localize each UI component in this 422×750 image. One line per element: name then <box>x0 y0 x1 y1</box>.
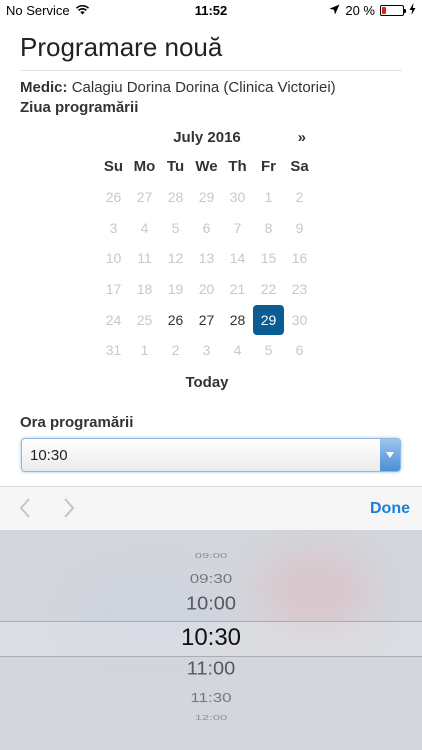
calendar-day[interactable]: 28 <box>222 305 253 336</box>
calendar-day: 2 <box>295 189 304 205</box>
doctor-info: Medic: Calagiu Dorina Dorina (Clinica Vi… <box>20 79 336 96</box>
date-label: Ziua programării <box>20 99 139 116</box>
calendar-day: 16 <box>291 250 308 267</box>
time-select[interactable]: 10:30 <box>21 438 401 472</box>
calendar-day: 29 <box>198 189 215 205</box>
previous-field-button[interactable] <box>16 497 36 519</box>
calendar-day: 8 <box>264 219 273 236</box>
calendar-day[interactable]: 26 <box>160 305 191 336</box>
picker-option-selected[interactable]: 10:30 <box>0 624 422 652</box>
calendar-day: 9 <box>295 219 304 236</box>
time-select-value: 10:30 <box>30 447 68 464</box>
calendar-next-button[interactable]: » <box>298 129 306 146</box>
page-title: Programare nouă <box>20 32 223 62</box>
calendar-day: 25 <box>136 311 153 328</box>
calendar-day: 4 <box>233 342 242 359</box>
calendar-day: 30 <box>291 311 308 328</box>
calendar-day: 1 <box>264 189 273 205</box>
calendar-day: 3 <box>202 342 211 359</box>
done-button[interactable]: Done <box>370 500 410 518</box>
doctor-value: Calagiu Dorina Dorina (Clinica Victoriei… <box>71 79 336 96</box>
picker-option[interactable]: 09:30 <box>0 571 422 587</box>
time-label: Ora programării <box>20 414 134 431</box>
calendar-day: 14 <box>229 250 246 267</box>
calendar-day: 5 <box>171 219 180 236</box>
calendar-day: 30 <box>229 189 246 205</box>
battery-level <box>382 7 386 14</box>
calendar-day: 31 <box>105 342 122 359</box>
picker-option[interactable]: 11:00 <box>0 659 422 680</box>
charging-bolt-icon <box>409 3 416 18</box>
calendar-day: 4 <box>140 219 149 236</box>
calendar-day: 6 <box>202 219 211 236</box>
keyboard-accessory-bar: Done <box>0 486 422 530</box>
calendar-day: 11 <box>137 250 152 267</box>
next-field-button[interactable] <box>58 497 78 519</box>
doctor-label: Medic: <box>20 79 68 96</box>
location-arrow-icon <box>329 3 340 18</box>
calendar-day: 22 <box>260 281 277 298</box>
time-picker-wheel[interactable]: 09:00 09:30 10:00 10:30 11:00 11:30 12:00 <box>0 530 422 750</box>
picker-background-blur <box>260 550 370 630</box>
weekday-header: Th <box>228 158 247 175</box>
calendar-day: 21 <box>229 281 246 298</box>
calendar-day: 17 <box>105 281 122 298</box>
calendar: July 2016 » Su Mo Tu We Th Fr Sa 26 27 28 29 30 1 2 3 4… <box>98 122 316 391</box>
calendar-day: 15 <box>260 250 277 267</box>
picker-option[interactable]: 10:00 <box>0 594 422 615</box>
status-right: 20 % <box>329 3 416 18</box>
calendar-day: 26 <box>105 189 122 205</box>
battery-icon <box>380 5 406 16</box>
weekday-header: We <box>195 158 218 175</box>
calendar-day: 19 <box>167 281 184 298</box>
calendar-day: 27 <box>136 189 153 205</box>
calendar-grid: Su Mo Tu We Th Fr Sa 26 27 28 29 30 1 2 3 4 5 6 7 8 9 10 11 12 1… <box>98 152 316 366</box>
calendar-day: 5 <box>264 342 273 359</box>
calendar-day: 20 <box>198 281 215 298</box>
calendar-day: 6 <box>295 342 304 359</box>
calendar-day: 28 <box>167 189 184 205</box>
weekday-header: Sa <box>290 158 309 175</box>
weekday-header: Su <box>103 158 124 175</box>
status-bar: No Service 11:52 20 % <box>0 0 422 22</box>
weekday-header: Fr <box>261 158 276 175</box>
picker-option[interactable]: 11:30 <box>0 690 422 706</box>
weekday-header: Mo <box>133 158 156 175</box>
chevron-left-icon <box>19 498 30 518</box>
calendar-header: July 2016 » <box>98 122 316 152</box>
calendar-day[interactable]: 27 <box>191 305 222 336</box>
picker-option[interactable]: 09:00 <box>0 551 422 559</box>
calendar-day: 13 <box>198 250 215 267</box>
title-divider <box>20 70 402 71</box>
calendar-day: 24 <box>105 311 122 328</box>
calendar-day: 23 <box>291 281 308 298</box>
picker-option[interactable]: 12:00 <box>0 713 422 721</box>
calendar-day: 12 <box>167 250 184 267</box>
dropdown-arrow-icon <box>380 439 400 471</box>
calendar-month-title: July 2016 <box>173 129 241 146</box>
calendar-day: 10 <box>105 250 122 267</box>
chevron-right-icon <box>64 498 75 518</box>
calendar-day: 3 <box>109 219 118 236</box>
battery-percent: 20 % <box>345 3 375 18</box>
today-button[interactable]: Today <box>98 374 316 391</box>
calendar-day: 18 <box>136 281 153 298</box>
weekday-header: Tu <box>166 158 185 175</box>
calendar-day-selected[interactable]: 29 <box>253 304 284 336</box>
calendar-day: 1 <box>140 342 149 359</box>
calendar-day: 2 <box>171 342 180 359</box>
calendar-day: 7 <box>233 219 242 236</box>
